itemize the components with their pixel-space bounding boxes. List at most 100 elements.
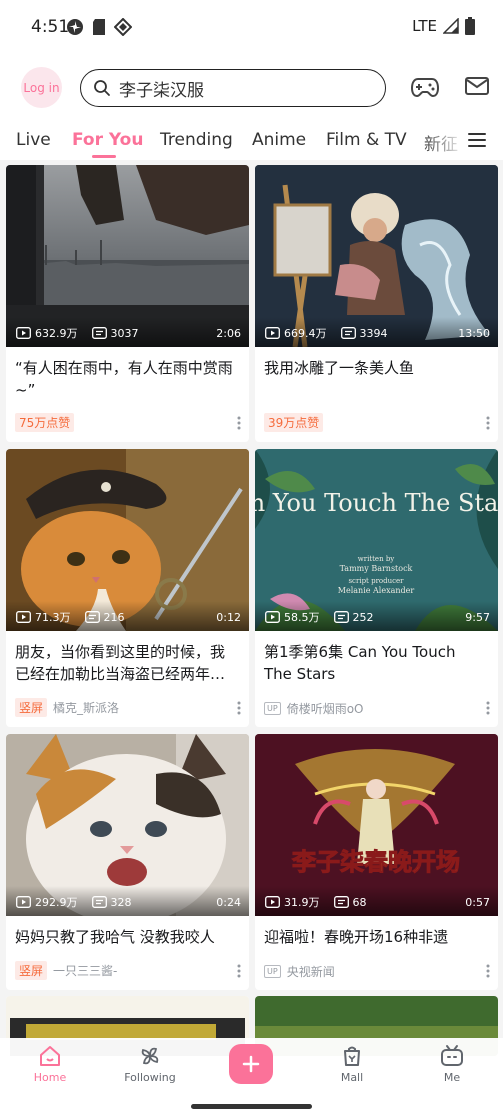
video-card[interactable]: 632.9万 3037 2:06 “有人困在雨中，有人在雨中赏雨~” 75万点赞 (6, 165, 249, 442)
video-title[interactable]: “有人困在雨中，有人在雨中赏雨~” (6, 347, 249, 401)
danmaku-count-icon (333, 896, 349, 908)
author-name[interactable]: 央视新闻 (287, 963, 335, 980)
home-icon (40, 1046, 60, 1066)
video-stats: 669.4万 3394 13:50 (265, 325, 490, 341)
gesture-bar[interactable] (191, 1104, 312, 1109)
danmaku-count-icon (91, 327, 107, 339)
play-count-icon (16, 327, 31, 339)
video-duration: 13:50 (458, 326, 490, 340)
tab-fade (420, 120, 465, 160)
view-count: 632.9万 (35, 327, 78, 340)
view-count: 669.4万 (284, 327, 327, 340)
more-options-icon[interactable] (486, 416, 490, 430)
nav-me[interactable]: Me (412, 1044, 492, 1084)
video-meta: 竖屏 橘克_斯派洛 (15, 698, 119, 717)
tab-for-you[interactable]: For You (72, 130, 143, 150)
thumb-credit-4: Melanie Alexander (338, 586, 415, 595)
nav-home[interactable]: Home (10, 1044, 90, 1084)
video-thumbnail[interactable]: 李子柒春晚开场 31.9万 68 0:57 (255, 734, 498, 916)
video-title[interactable]: 我用冰雕了一条美人鱼 (255, 347, 498, 401)
video-thumbnail[interactable]: 669.4万 3394 13:50 (255, 165, 498, 347)
menu-icon[interactable] (468, 132, 486, 148)
video-duration: 0:24 (216, 895, 241, 909)
video-title[interactable]: 迎福啦！春晚开场16种非遗 (255, 916, 498, 970)
comment-count: 3037 (110, 326, 139, 340)
publish-button[interactable] (229, 1044, 273, 1084)
active-tab-indicator (92, 155, 116, 158)
video-thumbnail[interactable]: 632.9万 3037 2:06 (6, 165, 249, 347)
more-options-icon[interactable] (486, 701, 490, 715)
login-button[interactable]: Log in (21, 67, 62, 108)
status-bar: 4:51 LTE (0, 0, 503, 56)
video-duration: 0:57 (465, 895, 490, 909)
video-meta: 39万点赞 (264, 413, 324, 432)
play-count-icon (265, 611, 280, 623)
video-card[interactable]: 292.9万 328 0:24 妈妈只教了我哈气 没教我咬人 竖屏 一只三三酱- (6, 734, 249, 990)
nav-mall[interactable]: Mall (312, 1044, 392, 1084)
author-name[interactable]: 倚楼听烟雨oO (287, 700, 364, 717)
top-header: Log in 李子柒汉服 (0, 56, 503, 120)
danmaku-count-icon (91, 896, 107, 908)
video-stats: 58.5万 252 9:57 (265, 609, 490, 625)
channel-tabs: Live For You Trending Anime Film & TV 新征 (0, 120, 503, 160)
play-count-icon (265, 896, 280, 908)
shopping-bag-icon (344, 1046, 360, 1066)
plus-icon (242, 1055, 260, 1073)
play-count-icon (16, 611, 31, 623)
comment-count: 3394 (359, 326, 388, 340)
video-thumbnail[interactable]: Can You Touch The Stars? written by Tamm… (255, 449, 498, 631)
play-count-icon (265, 327, 280, 339)
author-name[interactable]: 一只三三酱- (53, 962, 117, 979)
view-count: 58.5万 (284, 611, 320, 624)
video-card[interactable]: 李子柒春晚开场 31.9万 68 0:57 迎福啦！春晚开场16种非遗 UP 央… (255, 734, 498, 990)
video-stats: 31.9万 68 0:57 (265, 894, 490, 910)
more-options-icon[interactable] (237, 416, 241, 430)
battery-icon (465, 17, 475, 35)
video-meta: 75万点赞 (15, 413, 75, 432)
thumb-credit-2: Tammy Barnstock (340, 564, 413, 573)
nav-mall-label: Mall (340, 1071, 364, 1084)
mail-icon[interactable] (465, 76, 489, 96)
game-controller-icon[interactable] (411, 74, 439, 100)
video-stats: 71.3万 216 0:12 (16, 609, 241, 625)
video-stats: 632.9万 3037 2:06 (16, 325, 241, 341)
video-meta: UP 倚楼听烟雨oO (264, 700, 363, 717)
sd-card-icon (93, 19, 105, 35)
video-meta: 竖屏 一只三三酱- (15, 961, 117, 980)
uploader-icon: UP (264, 965, 281, 978)
search-query: 李子柒汉服 (119, 80, 204, 101)
nav-following[interactable]: Following (110, 1044, 190, 1084)
video-card[interactable]: 71.3万 216 0:12 朋友，当你看到这里的时候，我已经在加勒比当海盗已经… (6, 449, 249, 727)
author-name[interactable]: 橘克_斯派洛 (53, 699, 119, 716)
search-icon (94, 80, 110, 96)
vertical-badge: 竖屏 (15, 698, 48, 717)
tab-film-tv[interactable]: Film & TV (326, 130, 407, 150)
view-count: 71.3万 (35, 611, 71, 624)
more-options-icon[interactable] (486, 964, 490, 978)
search-bar[interactable]: 李子柒汉服 (80, 69, 386, 107)
nav-following-label: Following (124, 1071, 176, 1084)
comment-count: 216 (103, 610, 125, 624)
tab-anime[interactable]: Anime (252, 130, 306, 150)
video-thumbnail[interactable]: 71.3万 216 0:12 (6, 449, 249, 631)
more-options-icon[interactable] (237, 701, 241, 715)
video-card[interactable]: 669.4万 3394 13:50 我用冰雕了一条美人鱼 39万点赞 (255, 165, 498, 442)
video-card[interactable]: Can You Touch The Stars? written by Tamm… (255, 449, 498, 727)
likes-badge: 39万点赞 (264, 413, 324, 432)
tab-trending[interactable]: Trending (160, 130, 233, 150)
video-title[interactable]: 第1季第6集 Can You Touch The Stars (255, 631, 498, 685)
video-thumbnail[interactable]: 292.9万 328 0:24 (6, 734, 249, 916)
pinwheel-status-icon (67, 19, 83, 35)
video-duration: 0:12 (216, 610, 241, 624)
status-time: 4:51 (31, 17, 70, 37)
video-meta: UP 央视新闻 (264, 963, 335, 980)
comment-count: 328 (110, 895, 132, 909)
video-title[interactable]: 朋友，当你看到这里的时候，我已经在加勒比当海盗已经两年… (6, 631, 249, 685)
danmaku-count-icon (84, 611, 100, 623)
video-duration: 9:57 (465, 610, 490, 624)
comment-count: 68 (352, 895, 367, 909)
danmaku-count-icon (333, 611, 349, 623)
more-options-icon[interactable] (237, 964, 241, 978)
thumb-credit-1: written by (358, 555, 395, 563)
tab-live[interactable]: Live (16, 130, 51, 150)
